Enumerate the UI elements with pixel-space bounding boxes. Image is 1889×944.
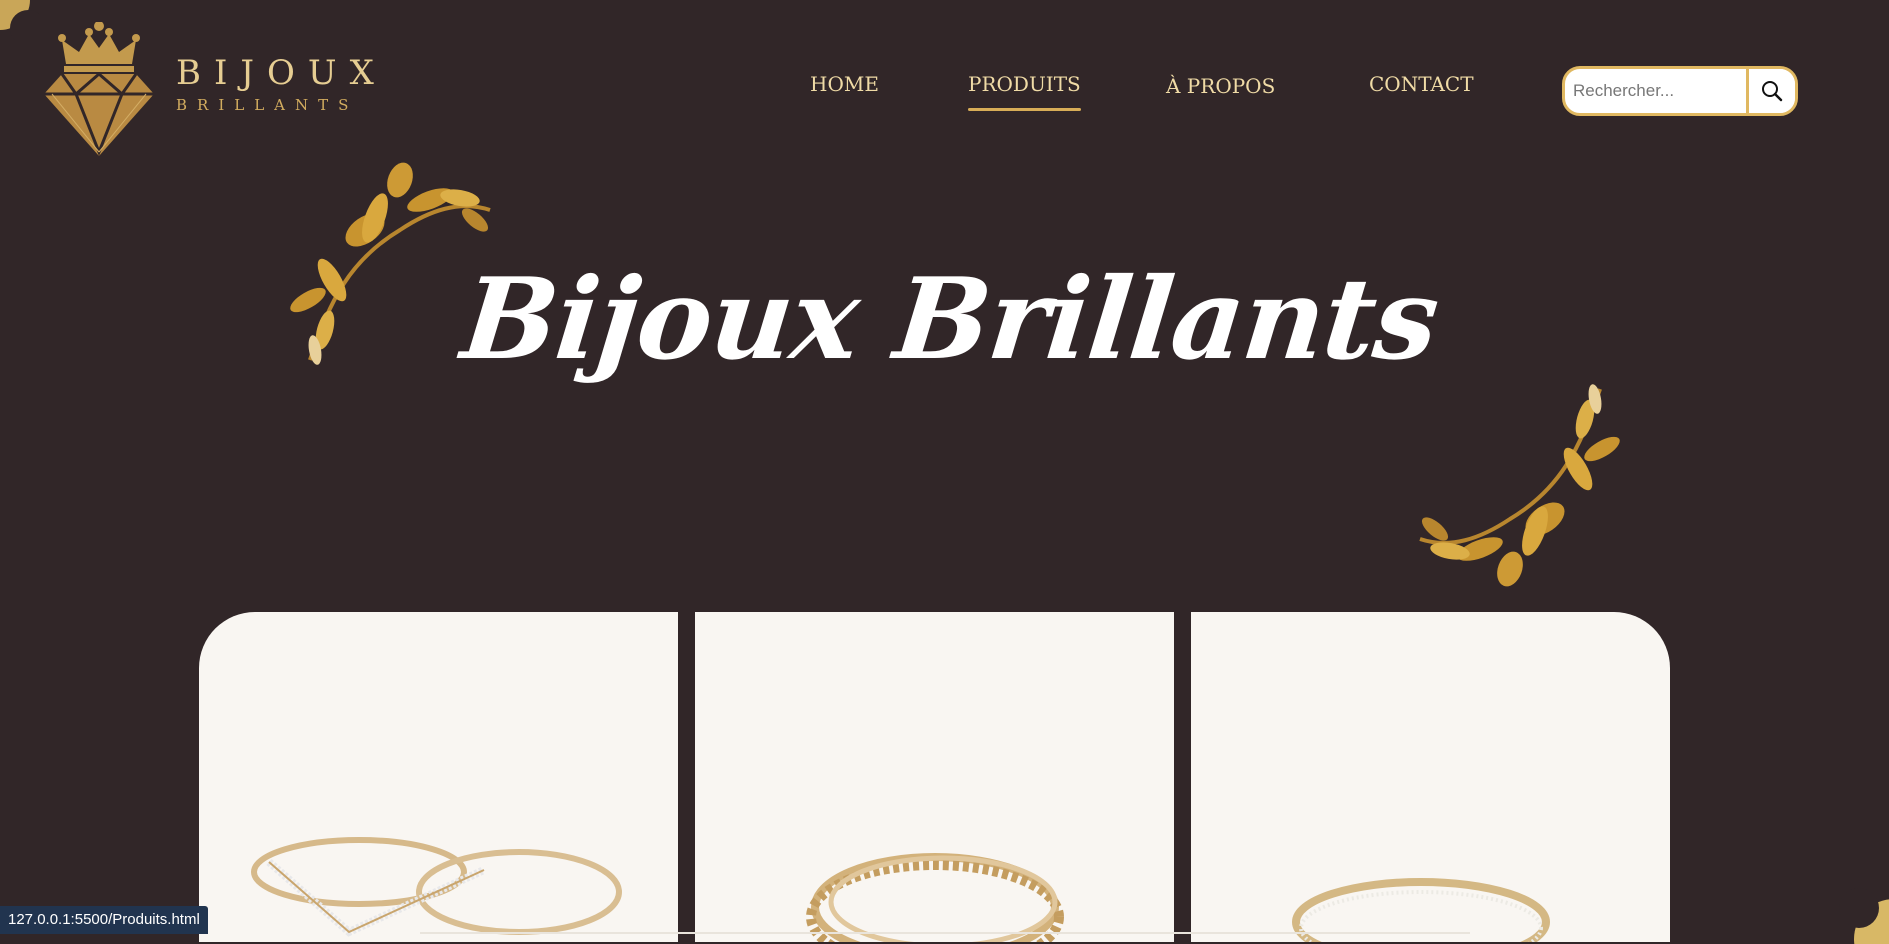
status-bar-url: 127.0.0.1:5500/Produits.html	[0, 906, 208, 934]
corner-ornament-bottom-right	[1839, 888, 1889, 944]
nav-link-contact[interactable]: CONTACT	[1369, 72, 1474, 96]
product-card[interactable]	[199, 612, 678, 942]
search-button[interactable]	[1749, 69, 1795, 113]
product-card[interactable]	[695, 612, 1174, 942]
search-icon	[1762, 81, 1783, 102]
logo-title: BIJOUX	[176, 52, 387, 93]
nav-link-home[interactable]: HOME	[810, 72, 879, 96]
hero-title: Bijoux Brillants	[456, 254, 1444, 385]
diamond-crown-icon	[44, 22, 154, 156]
ring-image	[1292, 878, 1550, 942]
nav-link-a-propos[interactable]: À PROPOS	[1166, 74, 1275, 98]
product-grid	[199, 612, 1670, 942]
site-header: BIJOUX BRILLANTS HOME PRODUITS À PROPOS …	[0, 0, 1889, 160]
product-card[interactable]	[1191, 612, 1670, 942]
logo-text: BIJOUX BRILLANTS	[176, 56, 387, 113]
logo[interactable]: BIJOUX BRILLANTS	[44, 22, 387, 156]
search-box	[1562, 66, 1798, 116]
ring-image	[806, 853, 1064, 942]
ring-image	[251, 837, 622, 937]
nav-link-produits[interactable]: PRODUITS	[968, 72, 1081, 111]
logo-subtitle: BRILLANTS	[176, 95, 359, 114]
search-input[interactable]	[1565, 69, 1749, 113]
floral-ornament-icon	[1419, 384, 1620, 587]
